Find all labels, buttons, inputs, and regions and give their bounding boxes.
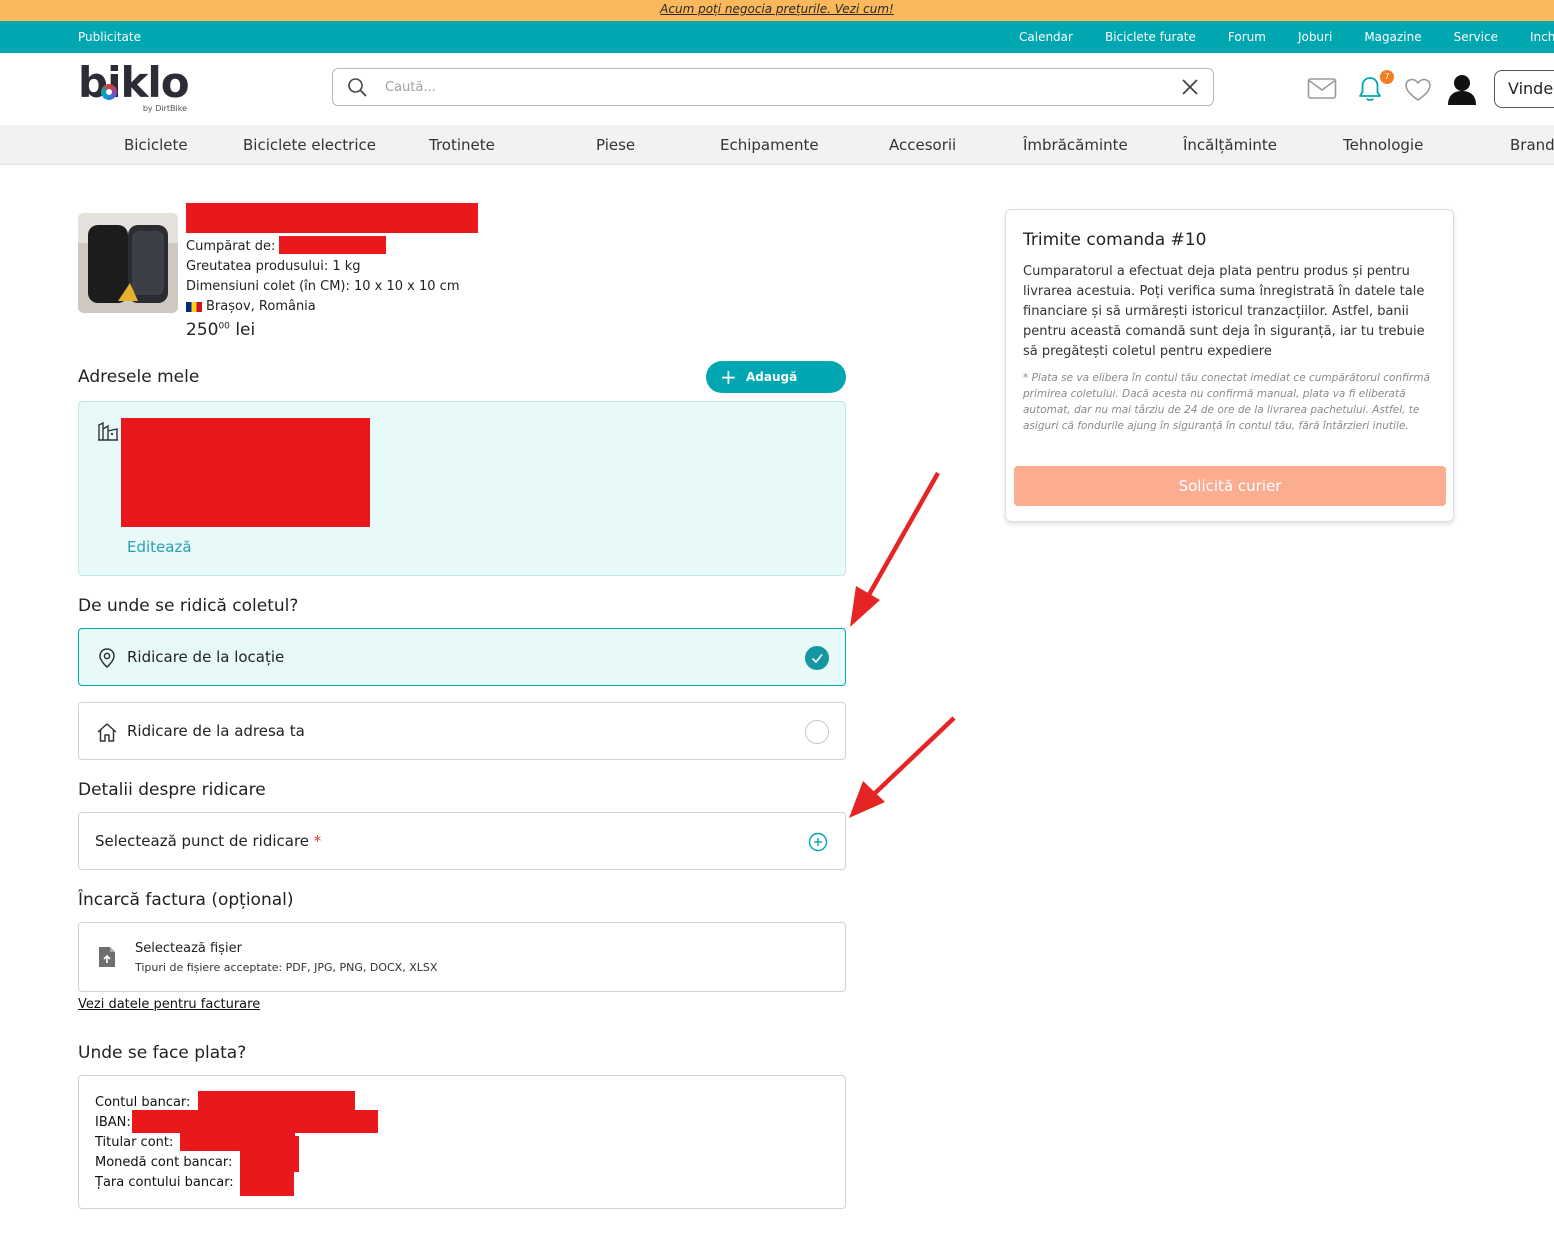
topbar-link-forum[interactable]: Forum (1228, 30, 1266, 44)
category-parts[interactable]: Piese (596, 136, 635, 154)
redacted-product-title (186, 203, 478, 233)
send-order-description: Cumparatorul a efectuat deja plata pentr… (1023, 264, 1425, 359)
building-icon (98, 421, 118, 441)
logo-subtitle: by DirtBike (142, 104, 187, 113)
main-header: biklo by DirtBike 7 Vinde (0, 53, 1554, 125)
price-cents: 00 (218, 321, 230, 332)
payment-release-note: * Plata se va elibera în contul tău cone… (1023, 372, 1430, 432)
search-bar (332, 68, 1214, 106)
arrow-to-pickup-point (870, 716, 956, 798)
category-bicycles[interactable]: Biciclete (124, 136, 188, 154)
category-scooters[interactable]: Trotinete (429, 136, 495, 154)
pickup-from-location-option[interactable]: Ridicare de la locație (78, 628, 846, 686)
search-input[interactable] (385, 77, 1145, 97)
topbar-link-jobs[interactable]: Joburi (1298, 30, 1332, 44)
topbar-link-shops[interactable]: Magazine (1364, 30, 1421, 44)
add-circle-icon[interactable] (808, 832, 828, 852)
select-pickup-point-label: Selectează punct de ridicare * (95, 832, 322, 850)
price-currency: lei (235, 320, 256, 340)
invoice-file-dropzone[interactable]: Selectează fișier Tipuri de fișiere acce… (78, 922, 846, 992)
product-image (78, 213, 178, 313)
bank-account-label: Contul bancar: (95, 1095, 191, 1110)
price-main: 250 (186, 320, 219, 340)
logo[interactable]: biklo by DirtBike (78, 61, 193, 115)
location-pin-icon (99, 648, 115, 668)
romania-flag-icon (186, 301, 202, 312)
category-nav: Biciclete Biciclete electrice Trotinete … (0, 125, 1554, 165)
category-accessories[interactable]: Accesorii (889, 136, 956, 154)
top-utility-bar: Publicitate Calendar Biciclete furate Fo… (0, 21, 1554, 53)
topbar-advertising-link[interactable]: Publicitate (78, 30, 141, 44)
search-icon[interactable] (347, 77, 367, 97)
send-order-card: Trimite comanda #10 Cumparatorul a efect… (1005, 209, 1454, 522)
add-address-button[interactable]: + Adaugă adresă (706, 361, 846, 416)
notification-count-badge: 7 (1380, 70, 1394, 84)
avatar[interactable] (1446, 72, 1478, 106)
pickup-from-location-label: Ridicare de la locație (127, 648, 285, 666)
promo-link[interactable]: Acum poți negocia prețurile. Vezi cum! (660, 2, 894, 16)
billing-data-link[interactable]: Vezi datele pentru facturare (78, 997, 260, 1012)
sell-button[interactable]: Vinde (1494, 70, 1554, 108)
clear-search-icon[interactable] (1181, 78, 1199, 96)
category-electric-bicycles[interactable]: Biciclete electrice (243, 136, 376, 154)
messages-icon[interactable] (1307, 77, 1337, 101)
redacted-iban (132, 1110, 378, 1133)
account-country-label: Țara contului bancar: (95, 1175, 234, 1190)
location-text: Brașov, România (206, 299, 316, 314)
promo-bar: Acum poți negocia prețurile. Vezi cum! (0, 0, 1554, 21)
request-courier-button[interactable]: Solicită curier (1014, 466, 1446, 506)
category-brands[interactable]: Branduri (1510, 136, 1554, 154)
logo-color-wheel-icon (101, 84, 117, 100)
pickup-details-title: Detalii despre ridicare (78, 780, 266, 800)
file-upload-icon (99, 947, 115, 967)
category-footwear[interactable]: Încălțăminte (1183, 136, 1277, 154)
pickup-from-address-radio[interactable] (805, 720, 829, 744)
category-technology[interactable]: Tehnologie (1343, 136, 1423, 154)
topbar-links: Calendar Biciclete furate Forum Joburi M… (1003, 30, 1554, 44)
topbar-link-service[interactable]: Service (1454, 30, 1498, 44)
redacted-buyer-name (279, 236, 386, 254)
select-file-label: Selectează fișier (135, 941, 242, 956)
pickup-from-address-option[interactable]: Ridicare de la adresa ta (78, 702, 846, 760)
arrowhead-location-option (850, 586, 880, 627)
bell-icon[interactable] (1357, 75, 1383, 103)
heart-icon[interactable] (1404, 77, 1432, 103)
payment-title: Unde se face plata? (78, 1043, 247, 1063)
topbar-link-stolen-bikes[interactable]: Biciclete furate (1105, 30, 1196, 44)
category-equipment[interactable]: Echipamente (720, 136, 819, 154)
arrowhead-pickup-point (849, 781, 885, 818)
product-photo-illustration (78, 213, 178, 313)
bought-by-label: Cumpărat de: (186, 239, 276, 254)
send-order-title: Trimite comanda #10 (1023, 230, 1207, 250)
edit-address-link[interactable]: Editează (127, 538, 192, 556)
pickup-from-location-radio[interactable] (805, 646, 829, 670)
home-icon (97, 723, 117, 742)
required-mark: * (313, 832, 322, 850)
addresses-title: Adresele mele (78, 367, 200, 387)
topbar-link-rentals[interactable]: Inchirieri (1530, 30, 1554, 44)
package-dimensions: Dimensiuni colet (în CM): 10 x 10 x 10 c… (186, 279, 460, 294)
redacted-account-country (240, 1170, 294, 1196)
select-pickup-point-field[interactable]: Selectează punct de ridicare * (78, 812, 846, 870)
topbar-link-calendar[interactable]: Calendar (1019, 30, 1073, 44)
account-holder-label: Titular cont: (95, 1135, 174, 1150)
checkmark-icon (811, 654, 823, 664)
product-price: 25000 lei (186, 320, 255, 340)
pickup-origin-title: De unde se ridică coletul? (78, 596, 299, 616)
plus-icon: + (720, 365, 737, 389)
accepted-file-types: Tipuri de fișiere acceptate: PDF, JPG, P… (135, 961, 438, 974)
redacted-account-currency (240, 1136, 299, 1172)
iban-label: IBAN: (95, 1115, 131, 1130)
product-location: Brașov, România (186, 299, 316, 314)
redacted-address (121, 418, 370, 527)
category-clothing[interactable]: Îmbrăcăminte (1023, 136, 1128, 154)
pickup-from-address-label: Ridicare de la adresa ta (127, 722, 305, 740)
arrow-to-location-option (864, 471, 940, 602)
account-currency-label: Monedă cont bancar: (95, 1155, 233, 1170)
product-weight: Greutatea produsului: 1 kg (186, 259, 361, 274)
redacted-bank-account (198, 1091, 355, 1111)
invoice-upload-title: Încarcă factura (opțional) (78, 890, 294, 910)
logo-text: biklo (78, 58, 190, 107)
